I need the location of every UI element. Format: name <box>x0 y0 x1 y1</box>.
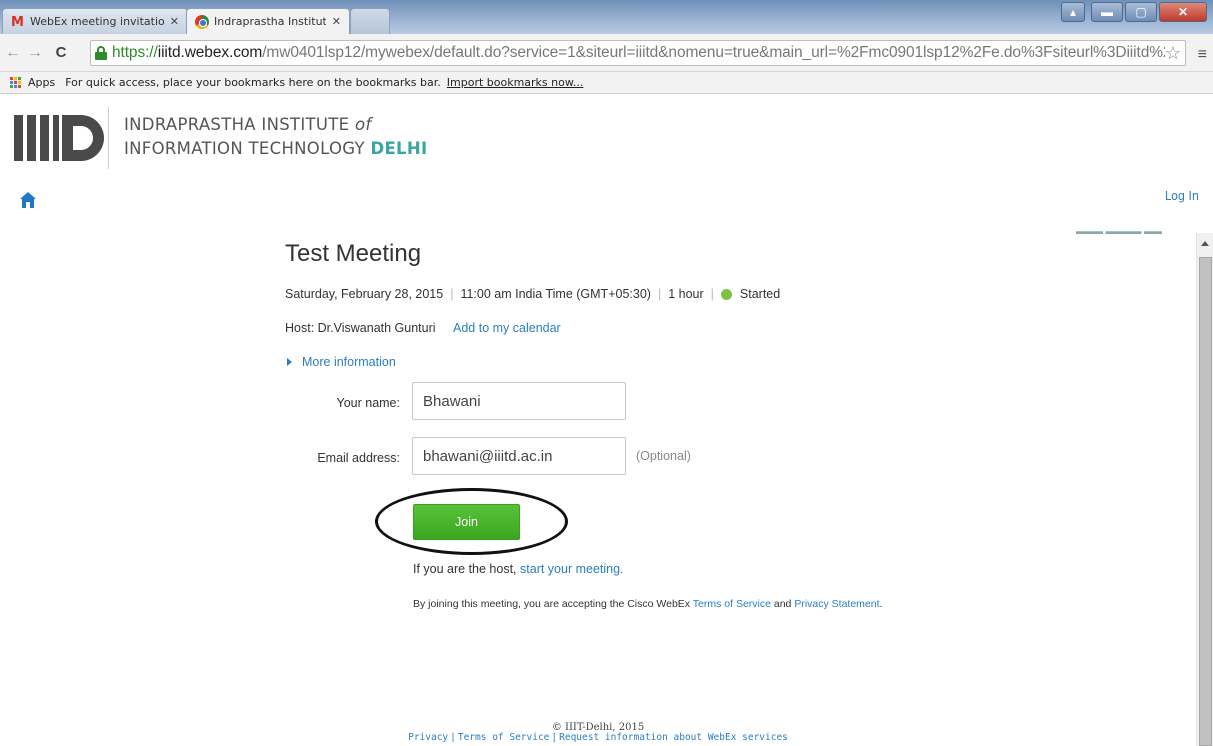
gmail-icon: M <box>11 14 24 30</box>
inst-line1: INDRAPRASTHA INSTITUTE <box>124 115 350 134</box>
apps-link[interactable]: Apps <box>28 76 55 89</box>
expand-triangle-icon <box>287 358 292 366</box>
bookmarks-bar: Apps For quick access, place your bookma… <box>0 72 1213 94</box>
lock-icon <box>95 46 107 60</box>
footer-privacy-link[interactable]: Privacy <box>408 732 448 743</box>
separator: | <box>710 287 714 301</box>
optional-hint: (Optional) <box>636 449 691 463</box>
bookmarks-hint: For quick access, place your bookmarks h… <box>65 76 441 89</box>
start-meeting-link[interactable]: start your meeting. <box>520 562 624 576</box>
institute-name: INDRAPRASTHA INSTITUTE of INFORMATION TE… <box>124 113 427 161</box>
status-dot-icon <box>720 288 732 300</box>
import-bookmarks-link[interactable]: Import bookmarks now... <box>447 76 584 89</box>
chrome-menu-icon[interactable]: ≡ <box>1198 46 1207 64</box>
maximize-button[interactable]: ▢ <box>1125 2 1157 22</box>
minimize-button[interactable]: ▬ <box>1091 2 1123 22</box>
tab-iiitd[interactable]: Indraprastha Institute of Ir ✕ <box>186 8 350 34</box>
scroll-thumb[interactable] <box>1199 257 1212 746</box>
host-start-line: If you are the host, start your meeting. <box>413 562 624 576</box>
language-selector[interactable]: ▬▬▬ ▬▬▬▬ ▬▬ <box>1076 229 1176 235</box>
privacy-statement-link[interactable]: Privacy Statement <box>794 598 879 610</box>
browser-title-bar: M WebEx meeting invitation ✕ Indraprasth… <box>0 0 1213 34</box>
terms-and: and <box>770 598 795 610</box>
meeting-duration: 1 hour <box>668 287 704 301</box>
close-tab-icon[interactable]: ✕ <box>332 15 341 28</box>
footer-terms-link[interactable]: Terms of Service <box>458 732 550 743</box>
inst-line2: INFORMATION TECHNOLOGY <box>124 139 365 158</box>
apps-grid-icon[interactable] <box>10 76 22 89</box>
terms-line: By joining this meeting, you are accepti… <box>413 598 882 610</box>
back-icon[interactable]: ← <box>4 44 22 62</box>
host-start-prefix: If you are the host, <box>413 562 521 576</box>
tab-label: WebEx meeting invitation <box>30 15 164 28</box>
close-window-button[interactable]: ✕ <box>1159 2 1207 22</box>
page-footer: © IIIT-Delhi, 2015 Privacy | Terms of Serv… <box>0 723 1196 743</box>
meeting-time: 11:00 am India Time (GMT+05:30) <box>460 287 651 301</box>
footer-request-info-link[interactable]: Request information about WebEx services <box>559 732 788 743</box>
inst-of: of <box>354 115 372 134</box>
scrollbar[interactable] <box>1196 233 1213 746</box>
separator: | <box>450 732 456 743</box>
url-scheme: https:// <box>112 44 158 61</box>
host-name: Host: Dr.Viswanath Gunturi <box>285 321 436 335</box>
url-text[interactable]: https://iiitd.webex.com/mw0401lsp12/mywe… <box>112 44 1165 62</box>
separator: | <box>450 287 454 301</box>
meeting-status: Started <box>739 287 781 301</box>
name-label: Your name: <box>336 396 400 410</box>
bookmark-star-icon[interactable]: ☆ <box>1165 43 1181 64</box>
add-to-calendar-link[interactable]: Add to my calendar <box>453 321 561 335</box>
tab-label: Indraprastha Institute of Ir <box>214 15 326 28</box>
home-icon[interactable] <box>20 192 36 208</box>
separator: | <box>657 287 662 301</box>
more-information-label: More information <box>302 355 396 369</box>
scroll-up-icon[interactable] <box>1201 241 1209 246</box>
inst-delhi: DELHI <box>370 139 428 158</box>
meeting-host-row: Host: Dr.Viswanath Gunturi Add to my cal… <box>285 321 561 335</box>
name-input[interactable] <box>412 382 626 420</box>
email-label: Email address: <box>317 451 400 465</box>
more-information-toggle[interactable]: More information <box>287 355 396 369</box>
close-tab-icon[interactable]: ✕ <box>170 15 179 28</box>
login-link[interactable]: Log In <box>1165 188 1199 203</box>
meeting-details: Saturday, February 28, 2015 | 11:00 am I… <box>285 287 780 301</box>
separator: | <box>551 732 558 743</box>
logo-divider <box>108 107 109 169</box>
terms-prefix: By joining this meeting, you are accepti… <box>413 598 693 610</box>
new-tab-button[interactable] <box>350 8 390 34</box>
browser-toolbar: ← → C https://iiitd.webex.com/mw0401lsp1… <box>0 34 1213 72</box>
email-input[interactable] <box>412 437 626 475</box>
iiitd-logo <box>14 115 104 161</box>
terms-suffix: . <box>879 598 883 610</box>
forward-icon[interactable]: → <box>26 44 44 62</box>
meeting-title: Test Meeting <box>285 240 422 267</box>
profile-icon[interactable]: ▴ <box>1061 2 1085 22</box>
url-host: iiitd.webex.com <box>157 44 263 61</box>
chrome-page-icon <box>195 14 209 29</box>
tab-webex-invitation[interactable]: M WebEx meeting invitation ✕ <box>2 8 188 34</box>
terms-of-service-link[interactable]: Terms of Service <box>693 598 771 610</box>
address-bar[interactable]: https://iiitd.webex.com/mw0401lsp12/mywe… <box>90 40 1186 66</box>
page-content: INDRAPRASTHA INSTITUTE of INFORMATION TE… <box>0 95 1213 746</box>
meeting-date: Saturday, February 28, 2015 <box>285 287 444 301</box>
reload-icon[interactable]: C <box>52 44 70 61</box>
annotation-circle <box>375 488 568 555</box>
url-path: /mw0401lsp12/mywebex/default.do?service=… <box>262 44 1165 61</box>
